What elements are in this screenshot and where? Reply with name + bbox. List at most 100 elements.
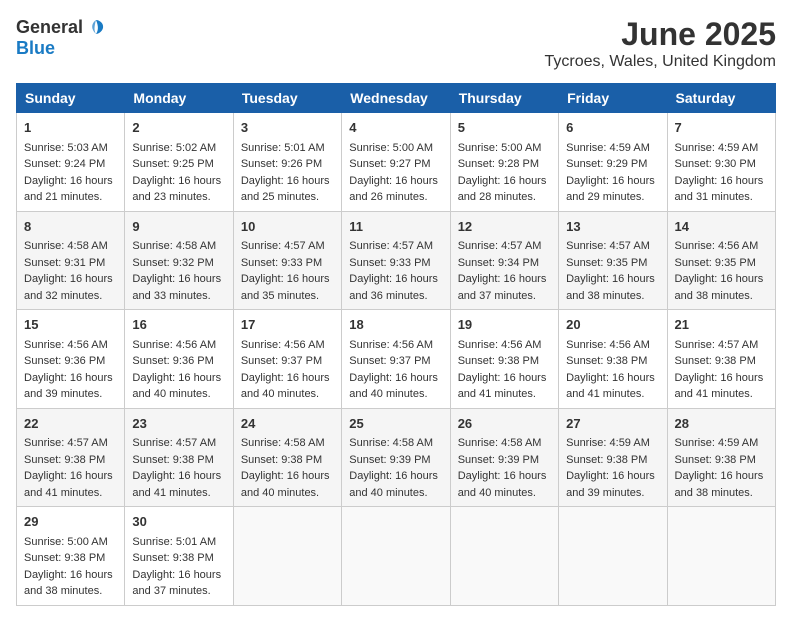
daylight-text: Daylight: 16 hours and 39 minutes. [566,470,655,499]
daylight-text: Daylight: 16 hours and 29 minutes. [566,175,655,204]
daylight-text: Daylight: 16 hours and 23 minutes. [132,175,221,204]
sunrise-text: Sunrise: 4:57 AM [675,339,759,351]
day-number: 12 [458,217,551,237]
sunrise-text: Sunrise: 4:57 AM [24,437,108,449]
sunset-text: Sunset: 9:38 PM [132,552,213,564]
sunset-text: Sunset: 9:34 PM [458,257,539,269]
calendar-cell: 12 Sunrise: 4:57 AM Sunset: 9:34 PM Dayligh… [450,211,558,310]
calendar-cell: 24Sunrise: 4:58 AMSunset: 9:38 PMDayligh… [233,408,341,507]
sunrise-text: Sunrise: 4:58 AM [24,240,108,252]
daylight-text: Daylight: 16 hours and 37 minutes. [132,569,221,598]
calendar-cell: 1Sunrise: 5:03 AMSunset: 9:24 PMDaylight… [17,113,125,212]
calendar-cell: 3Sunrise: 5:01 AMSunset: 9:26 PMDaylight… [233,113,341,212]
sunset-text: Sunset: 9:36 PM [24,355,105,367]
calendar-week-row: 29Sunrise: 5:00 AMSunset: 9:38 PMDayligh… [17,507,776,606]
day-number: 10 [241,217,334,237]
sunrise-text: Sunrise: 4:59 AM [675,437,759,449]
sunrise-text: Sunrise: 5:03 AM [24,142,108,154]
day-number: 25 [349,414,442,434]
calendar-cell: 27Sunrise: 4:59 AMSunset: 9:38 PMDayligh… [559,408,667,507]
calendar-cell [667,507,775,606]
daylight-text: Daylight: 16 hours and 38 minutes. [675,273,764,302]
sunset-text: Sunset: 9:38 PM [675,454,756,466]
daylight-text: Daylight: 16 hours and 35 minutes. [241,273,330,302]
sunset-text: Sunset: 9:38 PM [675,355,756,367]
sunset-text: Sunset: 9:38 PM [132,454,213,466]
sunrise-text: Sunrise: 4:56 AM [241,339,325,351]
sunset-text: Sunset: 9:33 PM [241,257,322,269]
logo: General Blue [16,16,107,59]
sunset-text: Sunset: 9:28 PM [458,158,539,170]
sunset-text: Sunset: 9:39 PM [349,454,430,466]
calendar-cell: 10Sunrise: 4:57 AMSunset: 9:33 PMDayligh… [233,211,341,310]
sunrise-text: Sunrise: 4:57 AM [132,437,216,449]
calendar-cell: 11Sunrise: 4:57 AMSunset: 9:33 PMDayligh… [342,211,450,310]
sunrise-text: Sunrise: 5:00 AM [458,142,542,154]
sunrise-text: Sunrise: 5:00 AM [349,142,433,154]
calendar-cell: 17Sunrise: 4:56 AMSunset: 9:37 PMDayligh… [233,310,341,409]
day-number: 20 [566,315,659,335]
day-number: 13 [566,217,659,237]
sunrise-text: Sunrise: 4:57 AM [458,240,542,252]
daylight-text: Daylight: 16 hours and 38 minutes. [566,273,655,302]
daylight-text: Daylight: 16 hours and 41 minutes. [24,470,113,499]
calendar-cell [233,507,341,606]
logo-bird-icon [85,16,107,38]
sunset-text: Sunset: 9:27 PM [349,158,430,170]
sunrise-text: Sunrise: 4:57 AM [566,240,650,252]
calendar-cell: 6Sunrise: 4:59 AMSunset: 9:29 PMDaylight… [559,113,667,212]
sunrise-text: Sunrise: 4:56 AM [458,339,542,351]
calendar-cell [342,507,450,606]
header-friday: Friday [559,84,667,113]
calendar-cell: 14Sunrise: 4:56 AMSunset: 9:35 PMDayligh… [667,211,775,310]
month-title: June 2025 [545,16,777,53]
day-number: 16 [132,315,225,335]
day-number: 6 [566,118,659,138]
sunrise-text: Sunrise: 5:02 AM [132,142,216,154]
daylight-text: Daylight: 16 hours and 21 minutes. [24,175,113,204]
day-number: 24 [241,414,334,434]
day-number: 28 [675,414,768,434]
header-monday: Monday [125,84,233,113]
day-number: 22 [24,414,117,434]
daylight-text: Daylight: 16 hours and 40 minutes. [241,372,330,401]
sunset-text: Sunset: 9:32 PM [132,257,213,269]
daylight-text: Daylight: 16 hours and 41 minutes. [566,372,655,401]
sunset-text: Sunset: 9:38 PM [566,355,647,367]
day-number: 30 [132,512,225,532]
calendar-cell: 26Sunrise: 4:58 AMSunset: 9:39 PMDayligh… [450,408,558,507]
calendar-cell: 2Sunrise: 5:02 AMSunset: 9:25 PMDaylight… [125,113,233,212]
calendar-header-row: Sunday Monday Tuesday Wednesday Thursday… [17,84,776,113]
sunset-text: Sunset: 9:38 PM [458,355,539,367]
sunset-text: Sunset: 9:33 PM [349,257,430,269]
sunset-text: Sunset: 9:31 PM [24,257,105,269]
daylight-text: Daylight: 16 hours and 32 minutes. [24,273,113,302]
sunset-text: Sunset: 9:39 PM [458,454,539,466]
calendar-cell [559,507,667,606]
daylight-text: Daylight: 16 hours and 40 minutes. [241,470,330,499]
header-tuesday: Tuesday [233,84,341,113]
day-number: 21 [675,315,768,335]
daylight-text: Daylight: 16 hours and 40 minutes. [132,372,221,401]
calendar-cell: 21Sunrise: 4:57 AMSunset: 9:38 PMDayligh… [667,310,775,409]
day-number: 17 [241,315,334,335]
sunrise-text: Sunrise: 5:01 AM [132,536,216,548]
calendar-cell: 29Sunrise: 5:00 AMSunset: 9:38 PMDayligh… [17,507,125,606]
day-number: 8 [24,217,117,237]
calendar-cell: 8 Sunrise: 4:58 AM Sunset: 9:31 PM Daylight… [17,211,125,310]
daylight-text: Daylight: 16 hours and 28 minutes. [458,175,547,204]
daylight-text: Daylight: 16 hours and 37 minutes. [458,273,547,302]
header-wednesday: Wednesday [342,84,450,113]
calendar-cell: 9Sunrise: 4:58 AMSunset: 9:32 PMDaylight… [125,211,233,310]
day-number: 29 [24,512,117,532]
sunset-text: Sunset: 9:36 PM [132,355,213,367]
sunset-text: Sunset: 9:30 PM [675,158,756,170]
daylight-text: Daylight: 16 hours and 41 minutes. [132,470,221,499]
day-number: 5 [458,118,551,138]
daylight-text: Daylight: 16 hours and 41 minutes. [458,372,547,401]
sunrise-text: Sunrise: 4:56 AM [132,339,216,351]
day-number: 14 [675,217,768,237]
day-number: 27 [566,414,659,434]
sunset-text: Sunset: 9:35 PM [566,257,647,269]
calendar-week-row: 8 Sunrise: 4:58 AM Sunset: 9:31 PM Daylight… [17,211,776,310]
